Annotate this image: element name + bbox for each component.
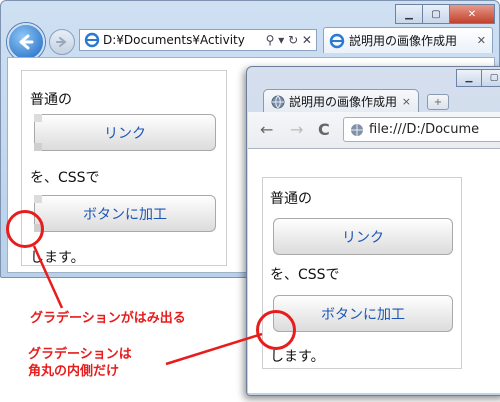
chrome-minimize-button[interactable]: ▁ [456,69,482,87]
ie-link-button[interactable]: リンク [34,114,216,151]
ie-button-label: ボタンに加工 [83,206,167,223]
annotation-overflow: グラデーションがはみ出る [30,311,186,326]
chrome-tab[interactable]: 説明用の画像作成用 × [263,89,419,113]
ie-tab-title: 説明用の画像作成用 [349,34,458,48]
ie-demo-box: 普通の リンク を、CSSで ボタンに加工 します。 [21,70,227,266]
ie-text-line1: 普通の [30,92,72,108]
chrome-toolbar: ← → C file:///D:/Docume [248,112,500,149]
maximize-button[interactable]: ▢ [422,4,450,24]
ie-window-controls: ▁ ▢ ✕ [395,4,495,24]
ie-corner-highlight [6,210,44,248]
chrome-text-line1: 普通の [270,191,312,207]
chrome-link-label: リンク [342,229,384,246]
chrome-maximize-button[interactable]: ▢ [481,69,500,87]
page-icon [351,123,363,136]
address-text: D:¥Documents¥Activity [103,33,245,47]
ie-tab-icon [329,33,345,48]
back-button[interactable] [7,23,45,61]
omnibox-url: file:///D:/Docume [369,122,480,137]
globe-icon [271,95,285,108]
ie-link-label: リンク [104,125,146,142]
ie-tab-close-icon[interactable]: ✕ [477,34,486,47]
chrome-styled-button[interactable]: ボタンに加工 [273,295,453,332]
chrome-tab-title: 説明用の画像作成用 [289,95,398,109]
chrome-button-label: ボタンに加工 [321,306,405,323]
close-button[interactable]: ✕ [449,4,495,24]
ie-styled-button[interactable]: ボタンに加工 [34,195,216,232]
ie-tab[interactable]: 説明用の画像作成用 ✕ [323,27,493,53]
chrome-back-icon[interactable]: ← [260,120,273,139]
chrome-content: 普通の リンク を、CSSで ボタンに加工 します。 [248,149,500,393]
chrome-window-controls: ▁ ▢ [456,69,500,87]
chrome-corner-highlight [256,310,296,350]
back-arrow-icon [19,34,34,50]
chrome-forward-icon[interactable]: → [290,120,303,139]
new-tab-button[interactable]: + [427,94,449,110]
chrome-tab-close-icon[interactable]: × [402,95,411,108]
omnibox[interactable]: file:///D:/Docume [343,117,500,142]
address-bar[interactable]: D:¥Documents¥Activity ⚲ ▾ ↻ ✕ [79,29,317,51]
forward-arrow-icon [56,37,67,47]
chrome-link-button[interactable]: リンク [273,218,453,255]
ie-text-line2: を、CSSで [30,170,100,186]
ie-text-line3: します。 [30,250,85,266]
chrome-text-line2: を、CSSで [270,267,340,283]
annotation-inside-line2: 角丸の内側だけ [28,364,120,379]
annotation-inside-line1: グラデーションは [28,347,132,362]
chrome-reload-icon[interactable]: C [318,120,330,139]
ie-page-icon [84,32,100,48]
minimize-button[interactable]: ▁ [395,4,423,24]
address-tools[interactable]: ⚲ ▾ ↻ ✕ [266,33,316,47]
forward-button[interactable] [49,29,75,55]
